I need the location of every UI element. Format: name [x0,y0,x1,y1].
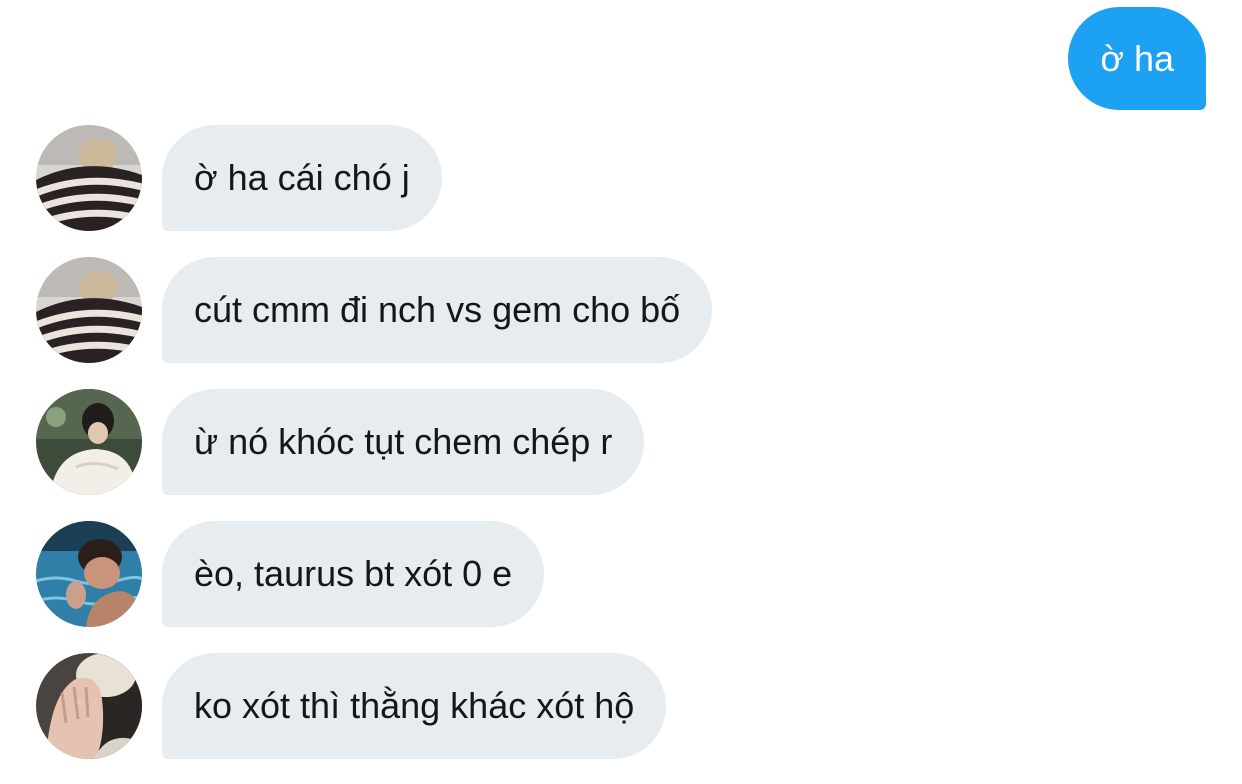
avatar-striped-sweater-image [36,257,142,363]
user-avatar-hands[interactable] [36,653,142,759]
user-avatar-white-shirt[interactable] [36,389,142,495]
user-avatar-striped-sweater[interactable] [36,257,142,363]
received-message-bubble[interactable]: cút cmm đi nch vs gem cho bố [162,257,713,363]
received-message-bubble[interactable]: ờ ha cái chó j [162,125,442,231]
message-text: ờ ha [1100,38,1174,79]
message-text: cút cmm đi nch vs gem cho bố [194,289,681,330]
user-avatar-striped-sweater[interactable] [36,125,142,231]
avatar-pool-image [36,521,142,627]
received-message-bubble[interactable]: ừ nó khóc tụt chem chép r [162,389,645,495]
avatar-striped-sweater-image [36,125,142,231]
chat-thread: ờ ha ờ ha cái chó j cút cmm đi nch vs ge… [0,0,1242,784]
avatar-white-shirt-image [36,389,142,495]
received-message-bubble[interactable]: ko xót thì thằng khác xót hộ [162,653,667,759]
avatar-hands-image [36,653,142,759]
sent-message-bubble[interactable]: ờ ha [1068,7,1206,110]
message-text: ừ nó khóc tụt chem chép r [194,421,613,462]
message-text: ờ ha cái chó j [194,157,410,198]
message-text: ko xót thì thằng khác xót hộ [194,685,635,726]
received-message-bubble[interactable]: èo, taurus bt xót 0 e [162,521,545,627]
user-avatar-pool[interactable] [36,521,142,627]
message-text: èo, taurus bt xót 0 e [194,553,513,594]
